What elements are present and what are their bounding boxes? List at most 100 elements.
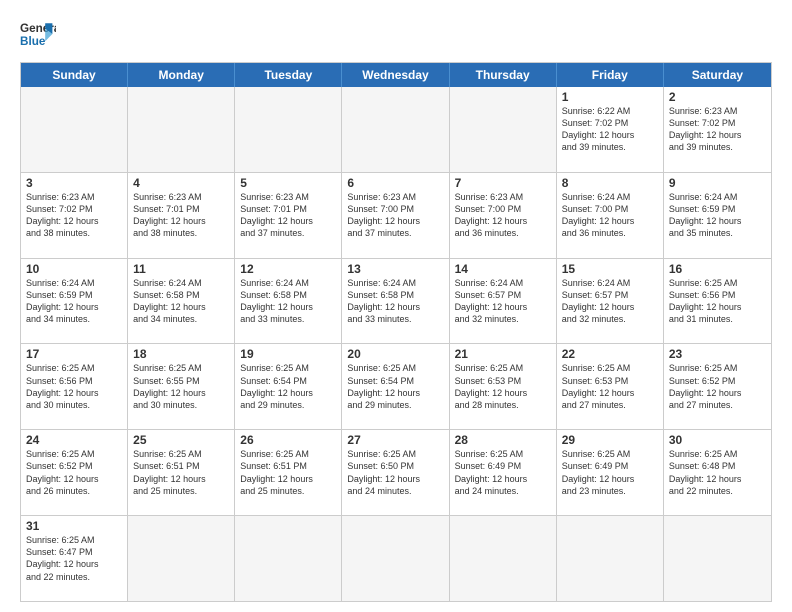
calendar: SundayMondayTuesdayWednesdayThursdayFrid… [20, 62, 772, 602]
empty-cell [557, 516, 664, 601]
day-number: 28 [455, 433, 551, 447]
day-info: Sunrise: 6:23 AM Sunset: 7:01 PM Dayligh… [240, 191, 336, 240]
day-number: 25 [133, 433, 229, 447]
calendar-row-4: 17Sunrise: 6:25 AM Sunset: 6:56 PM Dayli… [21, 343, 771, 429]
day-info: Sunrise: 6:23 AM Sunset: 7:00 PM Dayligh… [455, 191, 551, 240]
day-number: 21 [455, 347, 551, 361]
logo-icon: General Blue [20, 16, 56, 52]
calendar-body: 1Sunrise: 6:22 AM Sunset: 7:02 PM Daylig… [21, 87, 771, 601]
day-cell-9: 9Sunrise: 6:24 AM Sunset: 6:59 PM Daylig… [664, 173, 771, 258]
day-cell-8: 8Sunrise: 6:24 AM Sunset: 7:00 PM Daylig… [557, 173, 664, 258]
day-info: Sunrise: 6:24 AM Sunset: 6:59 PM Dayligh… [669, 191, 766, 240]
day-number: 17 [26, 347, 122, 361]
day-cell-24: 24Sunrise: 6:25 AM Sunset: 6:52 PM Dayli… [21, 430, 128, 515]
day-header-sunday: Sunday [21, 63, 128, 87]
calendar-row-5: 24Sunrise: 6:25 AM Sunset: 6:52 PM Dayli… [21, 429, 771, 515]
day-cell-26: 26Sunrise: 6:25 AM Sunset: 6:51 PM Dayli… [235, 430, 342, 515]
day-cell-20: 20Sunrise: 6:25 AM Sunset: 6:54 PM Dayli… [342, 344, 449, 429]
day-info: Sunrise: 6:23 AM Sunset: 7:00 PM Dayligh… [347, 191, 443, 240]
day-number: 16 [669, 262, 766, 276]
calendar-row-3: 10Sunrise: 6:24 AM Sunset: 6:59 PM Dayli… [21, 258, 771, 344]
day-info: Sunrise: 6:24 AM Sunset: 6:59 PM Dayligh… [26, 277, 122, 326]
day-number: 2 [669, 90, 766, 104]
empty-cell [342, 87, 449, 172]
day-cell-1: 1Sunrise: 6:22 AM Sunset: 7:02 PM Daylig… [557, 87, 664, 172]
calendar-row-6: 31Sunrise: 6:25 AM Sunset: 6:47 PM Dayli… [21, 515, 771, 601]
day-cell-7: 7Sunrise: 6:23 AM Sunset: 7:00 PM Daylig… [450, 173, 557, 258]
day-number: 31 [26, 519, 122, 533]
day-info: Sunrise: 6:25 AM Sunset: 6:52 PM Dayligh… [26, 448, 122, 497]
day-number: 4 [133, 176, 229, 190]
day-cell-13: 13Sunrise: 6:24 AM Sunset: 6:58 PM Dayli… [342, 259, 449, 344]
empty-cell [450, 516, 557, 601]
day-number: 26 [240, 433, 336, 447]
day-header-friday: Friday [557, 63, 664, 87]
day-number: 5 [240, 176, 336, 190]
day-info: Sunrise: 6:24 AM Sunset: 6:58 PM Dayligh… [133, 277, 229, 326]
day-number: 20 [347, 347, 443, 361]
day-cell-10: 10Sunrise: 6:24 AM Sunset: 6:59 PM Dayli… [21, 259, 128, 344]
empty-cell [21, 87, 128, 172]
day-info: Sunrise: 6:24 AM Sunset: 7:00 PM Dayligh… [562, 191, 658, 240]
day-number: 23 [669, 347, 766, 361]
day-number: 12 [240, 262, 336, 276]
day-cell-28: 28Sunrise: 6:25 AM Sunset: 6:49 PM Dayli… [450, 430, 557, 515]
day-number: 22 [562, 347, 658, 361]
day-info: Sunrise: 6:25 AM Sunset: 6:49 PM Dayligh… [562, 448, 658, 497]
day-cell-21: 21Sunrise: 6:25 AM Sunset: 6:53 PM Dayli… [450, 344, 557, 429]
day-info: Sunrise: 6:23 AM Sunset: 7:02 PM Dayligh… [26, 191, 122, 240]
day-info: Sunrise: 6:25 AM Sunset: 6:51 PM Dayligh… [133, 448, 229, 497]
day-number: 10 [26, 262, 122, 276]
day-cell-22: 22Sunrise: 6:25 AM Sunset: 6:53 PM Dayli… [557, 344, 664, 429]
calendar-row-1: 1Sunrise: 6:22 AM Sunset: 7:02 PM Daylig… [21, 87, 771, 172]
empty-cell [342, 516, 449, 601]
svg-text:Blue: Blue [20, 35, 46, 48]
day-info: Sunrise: 6:23 AM Sunset: 7:01 PM Dayligh… [133, 191, 229, 240]
logo: General Blue [20, 16, 56, 52]
empty-cell [235, 516, 342, 601]
day-number: 24 [26, 433, 122, 447]
empty-cell [235, 87, 342, 172]
day-info: Sunrise: 6:24 AM Sunset: 6:58 PM Dayligh… [240, 277, 336, 326]
day-number: 19 [240, 347, 336, 361]
day-number: 8 [562, 176, 658, 190]
day-cell-30: 30Sunrise: 6:25 AM Sunset: 6:48 PM Dayli… [664, 430, 771, 515]
day-cell-4: 4Sunrise: 6:23 AM Sunset: 7:01 PM Daylig… [128, 173, 235, 258]
day-info: Sunrise: 6:25 AM Sunset: 6:55 PM Dayligh… [133, 362, 229, 411]
day-cell-23: 23Sunrise: 6:25 AM Sunset: 6:52 PM Dayli… [664, 344, 771, 429]
day-info: Sunrise: 6:25 AM Sunset: 6:51 PM Dayligh… [240, 448, 336, 497]
day-cell-29: 29Sunrise: 6:25 AM Sunset: 6:49 PM Dayli… [557, 430, 664, 515]
day-cell-5: 5Sunrise: 6:23 AM Sunset: 7:01 PM Daylig… [235, 173, 342, 258]
day-number: 18 [133, 347, 229, 361]
day-cell-2: 2Sunrise: 6:23 AM Sunset: 7:02 PM Daylig… [664, 87, 771, 172]
day-info: Sunrise: 6:25 AM Sunset: 6:53 PM Dayligh… [562, 362, 658, 411]
day-cell-31: 31Sunrise: 6:25 AM Sunset: 6:47 PM Dayli… [21, 516, 128, 601]
day-cell-11: 11Sunrise: 6:24 AM Sunset: 6:58 PM Dayli… [128, 259, 235, 344]
empty-cell [664, 516, 771, 601]
empty-cell [450, 87, 557, 172]
day-info: Sunrise: 6:24 AM Sunset: 6:57 PM Dayligh… [455, 277, 551, 326]
day-cell-17: 17Sunrise: 6:25 AM Sunset: 6:56 PM Dayli… [21, 344, 128, 429]
day-number: 6 [347, 176, 443, 190]
day-number: 15 [562, 262, 658, 276]
day-header-monday: Monday [128, 63, 235, 87]
day-header-tuesday: Tuesday [235, 63, 342, 87]
day-info: Sunrise: 6:24 AM Sunset: 6:58 PM Dayligh… [347, 277, 443, 326]
day-info: Sunrise: 6:24 AM Sunset: 6:57 PM Dayligh… [562, 277, 658, 326]
day-info: Sunrise: 6:25 AM Sunset: 6:56 PM Dayligh… [669, 277, 766, 326]
day-number: 30 [669, 433, 766, 447]
day-info: Sunrise: 6:22 AM Sunset: 7:02 PM Dayligh… [562, 105, 658, 154]
day-info: Sunrise: 6:25 AM Sunset: 6:56 PM Dayligh… [26, 362, 122, 411]
day-info: Sunrise: 6:25 AM Sunset: 6:52 PM Dayligh… [669, 362, 766, 411]
day-cell-16: 16Sunrise: 6:25 AM Sunset: 6:56 PM Dayli… [664, 259, 771, 344]
day-cell-19: 19Sunrise: 6:25 AM Sunset: 6:54 PM Dayli… [235, 344, 342, 429]
day-info: Sunrise: 6:25 AM Sunset: 6:54 PM Dayligh… [347, 362, 443, 411]
page-header: General Blue [20, 16, 772, 52]
day-cell-3: 3Sunrise: 6:23 AM Sunset: 7:02 PM Daylig… [21, 173, 128, 258]
day-number: 27 [347, 433, 443, 447]
day-info: Sunrise: 6:25 AM Sunset: 6:48 PM Dayligh… [669, 448, 766, 497]
day-number: 29 [562, 433, 658, 447]
calendar-header: SundayMondayTuesdayWednesdayThursdayFrid… [21, 63, 771, 87]
day-cell-18: 18Sunrise: 6:25 AM Sunset: 6:55 PM Dayli… [128, 344, 235, 429]
empty-cell [128, 516, 235, 601]
